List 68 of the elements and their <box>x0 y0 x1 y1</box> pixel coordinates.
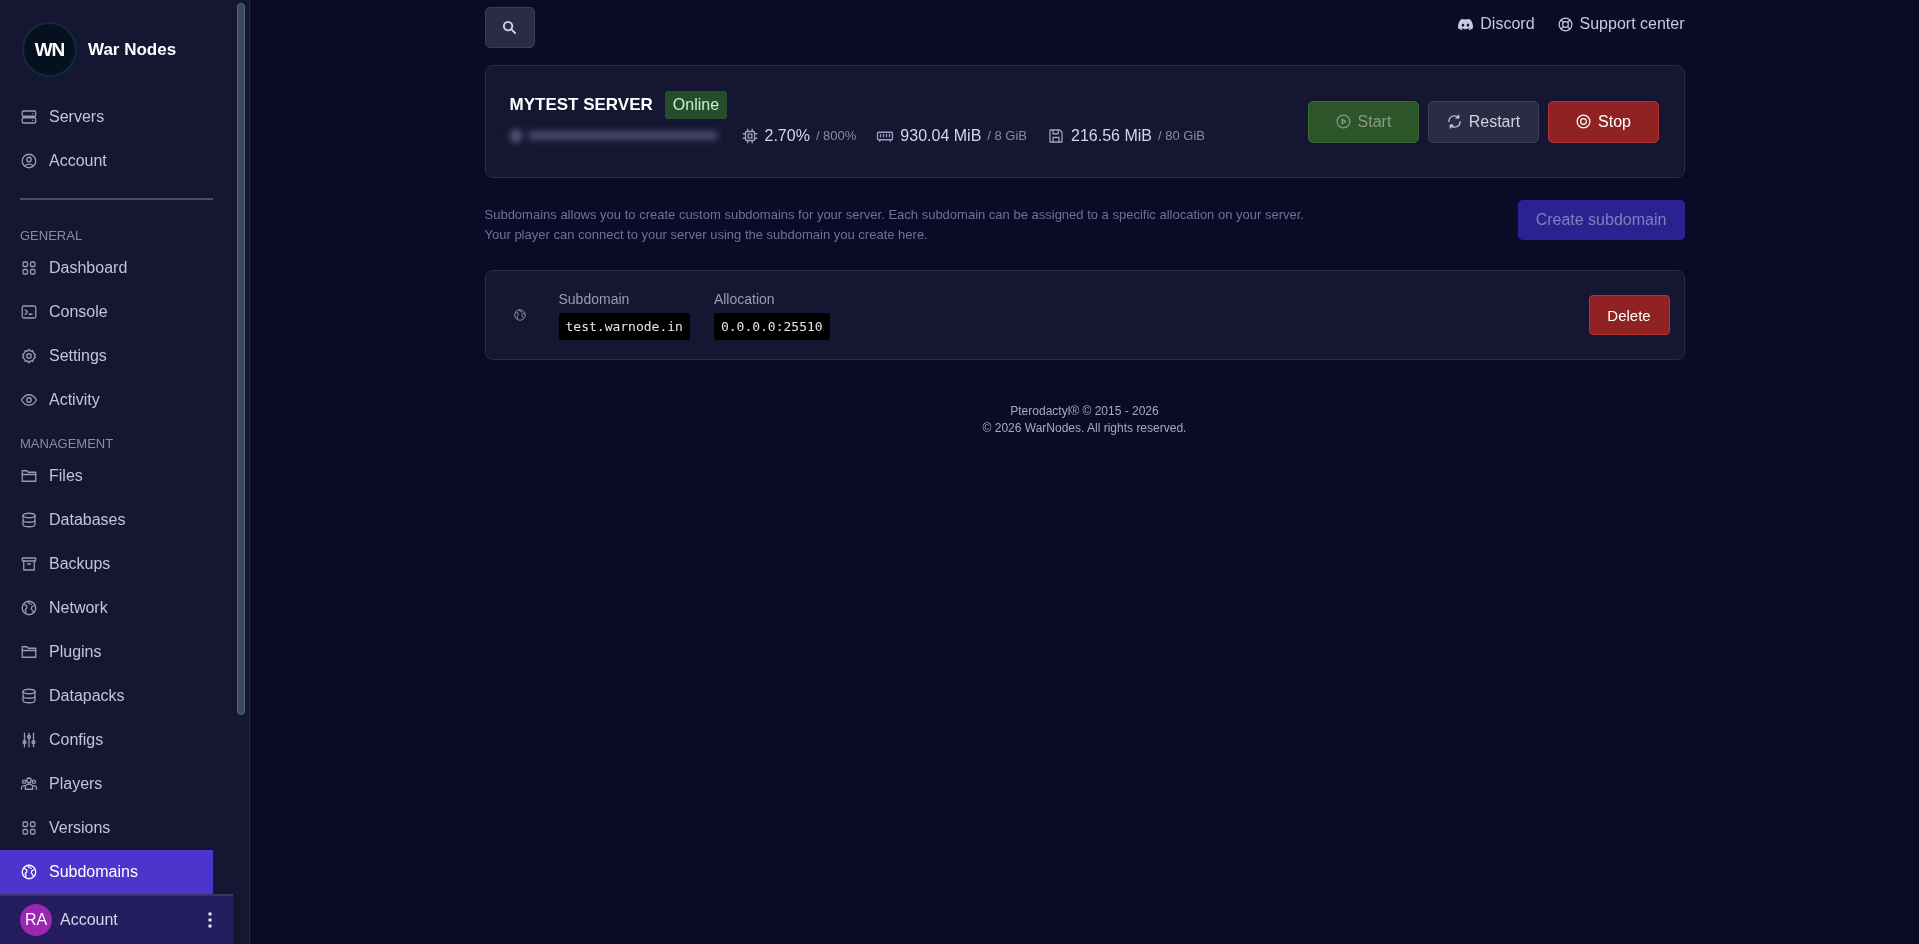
stat-limit: / 8 GiB <box>987 128 1028 143</box>
nav-item[interactable]: Console <box>0 290 213 334</box>
nav-item[interactable]: Dashboard <box>0 246 213 290</box>
footer-text: Pterodactyl® © 2015 - 2026 <box>1010 404 1159 418</box>
nav-item[interactable]: Plugins <box>0 630 213 674</box>
header-link[interactable]: Support center <box>1556 15 1685 33</box>
stat-value: 930.04 MiB <box>900 126 982 145</box>
stat-value: 2.70% <box>764 126 810 145</box>
stat-limit: / 800% <box>815 128 857 143</box>
delete-button[interactable]: Delete <box>1588 295 1670 335</box>
subdomain-value: test.warnode.in <box>558 312 690 340</box>
grid-icon <box>20 819 38 837</box>
brand-name: War Nodes <box>88 39 177 60</box>
footer-text: © 2026 WarNodes. All rights reserved. <box>982 421 1187 435</box>
sliders-icon <box>20 731 38 749</box>
search-button[interactable] <box>484 7 535 48</box>
nav-item[interactable]: Players <box>0 762 213 806</box>
allocation-value: 0.0.0.0:25510 <box>713 312 830 340</box>
database-icon <box>20 511 38 529</box>
stat-value: 216.56 MiB <box>1071 126 1152 145</box>
user-icon <box>20 152 38 170</box>
globe-icon <box>20 863 38 881</box>
archive-icon <box>20 555 38 573</box>
account-label[interactable]: Account <box>60 911 199 929</box>
nav-item[interactable]: Subdomains <box>0 850 213 894</box>
nav-item[interactable]: Backups <box>0 542 213 586</box>
nav-item[interactable]: Settings <box>0 334 213 378</box>
cpu-icon <box>740 126 759 145</box>
nav-item[interactable]: Configs <box>0 718 213 762</box>
scrollbar[interactable] <box>237 3 245 715</box>
folder-icon <box>20 643 38 661</box>
logo: WN <box>22 22 77 77</box>
users-icon <box>20 775 38 793</box>
nav-item[interactable]: Datapacks <box>0 674 213 718</box>
more-icon[interactable] <box>207 911 213 929</box>
eye-icon <box>20 391 38 409</box>
grid-icon <box>20 259 38 277</box>
play-icon <box>1334 113 1352 130</box>
stop-icon <box>1575 113 1593 130</box>
server-icon <box>20 108 38 126</box>
nav-item[interactable]: Account <box>0 139 213 183</box>
description-text: Subdomains allows you to create custom subdomains for your server. Each subdomain can be assigned to a specific allocation on your server. Your player can connect to your server using the subdomain you create here. <box>484 206 1304 244</box>
status-badge: Online <box>664 90 728 119</box>
globe-icon <box>512 308 527 322</box>
server-name: MYTEST SERVER <box>509 94 653 115</box>
refresh-icon <box>1445 113 1463 130</box>
nav-item[interactable]: Servers <box>0 95 213 139</box>
restart-button[interactable]: Restart <box>1427 100 1539 143</box>
stop-button[interactable]: Stop <box>1547 100 1659 143</box>
field-label: Allocation <box>713 290 776 307</box>
database-icon <box>20 687 38 705</box>
folder-icon <box>20 467 38 485</box>
section-heading: GENERAL <box>19 227 84 245</box>
stat-limit: / 80 GiB <box>1158 128 1205 143</box>
search-icon <box>501 19 518 36</box>
header-link[interactable]: Discord <box>1457 15 1535 33</box>
nav-item[interactable]: Versions <box>0 806 213 850</box>
settings-icon <box>20 347 38 365</box>
terminal-icon <box>20 303 38 321</box>
lifebuoy-icon <box>1556 15 1574 33</box>
avatar: RA <box>20 904 52 936</box>
nav-item[interactable]: Activity <box>0 378 213 422</box>
nav-item[interactable]: Databases <box>0 498 213 542</box>
nav-item[interactable]: Files <box>0 454 213 498</box>
section-heading: MANAGEMENT <box>19 435 115 453</box>
globe-icon <box>20 599 38 617</box>
nav-item[interactable]: Network <box>0 586 213 630</box>
field-label: Subdomain <box>558 290 631 307</box>
